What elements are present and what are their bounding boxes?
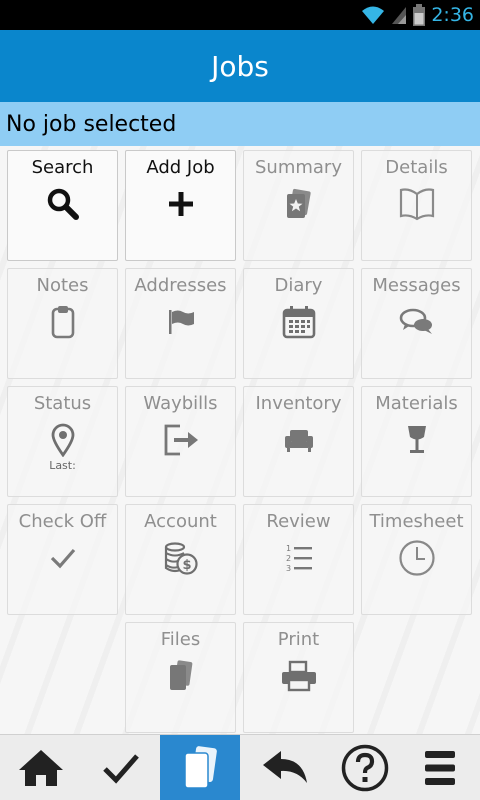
page-title: Jobs [211,49,269,83]
check-nav-button[interactable] [82,735,160,800]
coins-icon: $ [164,542,198,575]
tile-label: Materials [375,393,458,414]
tile-label: Status [33,393,92,414]
tile-diary[interactable]: Diary [243,268,354,379]
tile-waybills[interactable]: Waybills [125,386,236,497]
status-icons: 2:36 [361,0,474,30]
back-button[interactable] [240,735,330,800]
plus-icon [168,192,193,216]
tile-messages[interactable]: Messages [361,268,472,379]
home-icon [19,750,63,786]
selected-job-bar: No job selected [0,102,480,146]
tile-label: Diary [274,275,323,296]
tile-grid: Search Add Job Summary Details Notes Add… [0,146,480,734]
files-icon [169,660,192,690]
svg-text:1: 1 [286,544,291,553]
menu-button[interactable] [400,735,480,800]
tile-search[interactable]: Search [7,150,118,261]
tile-files[interactable]: Files [125,622,236,733]
tile-label: Details [385,157,448,178]
selected-job-text: No job selected [6,111,177,137]
files-nav-button[interactable] [160,735,240,800]
status-last-label: Last: [49,459,76,472]
tile-materials[interactable]: Materials [361,386,472,497]
tile-label: Messages [372,275,461,296]
tile-account[interactable]: Account $ [125,504,236,615]
location-pin-icon [51,423,74,457]
wifi-icon [362,6,385,24]
calendar-icon [282,306,315,339]
glass-icon [407,426,426,453]
tile-label: Notes [36,275,89,296]
tile-label: Print [277,629,320,650]
exit-arrow-icon [164,424,198,456]
tile-add-job[interactable]: Add Job [125,150,236,261]
tile-label: Check Off [18,511,107,532]
app-bar: Jobs [0,30,480,102]
flag-icon [168,310,194,334]
printer-icon [281,660,316,692]
svg-text:3: 3 [286,564,291,573]
tile-label: Add Job [146,157,215,178]
tile-addresses[interactable]: Addresses [125,268,236,379]
tile-label: Search [31,157,94,178]
menu-icon [425,751,455,785]
svg-text:$: $ [182,558,191,573]
help-icon [341,744,389,792]
armchair-icon [284,430,313,452]
clipboard-icon [51,306,74,339]
tile-review[interactable]: Review 1 2 3 [243,504,354,615]
tile-status[interactable]: Status Last: [7,386,118,497]
tile-timesheet[interactable]: Timesheet [361,504,472,615]
checkmark-icon [103,754,139,784]
back-arrow-icon [263,751,307,783]
svg-text:2: 2 [286,554,291,563]
help-button[interactable] [330,735,400,800]
tile-inventory[interactable]: Inventory [243,386,354,497]
chat-icon [399,308,432,334]
book-icon [399,188,434,221]
home-button[interactable] [0,735,82,800]
status-bar: 2:36 [0,0,480,30]
tile-summary[interactable]: Summary [243,150,354,261]
tile-label: Account [144,511,217,532]
tile-label: Summary [255,157,342,178]
tile-check-off[interactable]: Check Off [7,504,118,615]
tile-label: Waybills [143,393,218,414]
tile-label: Addresses [134,275,227,296]
signal-icon [392,7,407,24]
search-icon [47,188,79,220]
tile-label: Files [160,629,201,650]
tile-notes[interactable]: Notes [7,268,118,379]
summary-icon [286,188,311,218]
status-time: 2:36 [431,4,474,26]
bottom-nav [0,734,480,800]
tile-label: Timesheet [369,511,464,532]
numbered-list-icon: 1 2 3 [286,544,312,573]
files-icon [184,746,217,789]
tile-label: Review [266,511,331,532]
tile-label: Inventory [255,393,342,414]
clock-icon [398,540,435,576]
battery-icon [413,4,426,26]
tile-print[interactable]: Print [243,622,354,733]
tile-details[interactable]: Details [361,150,472,261]
checkmark-icon [50,548,75,569]
